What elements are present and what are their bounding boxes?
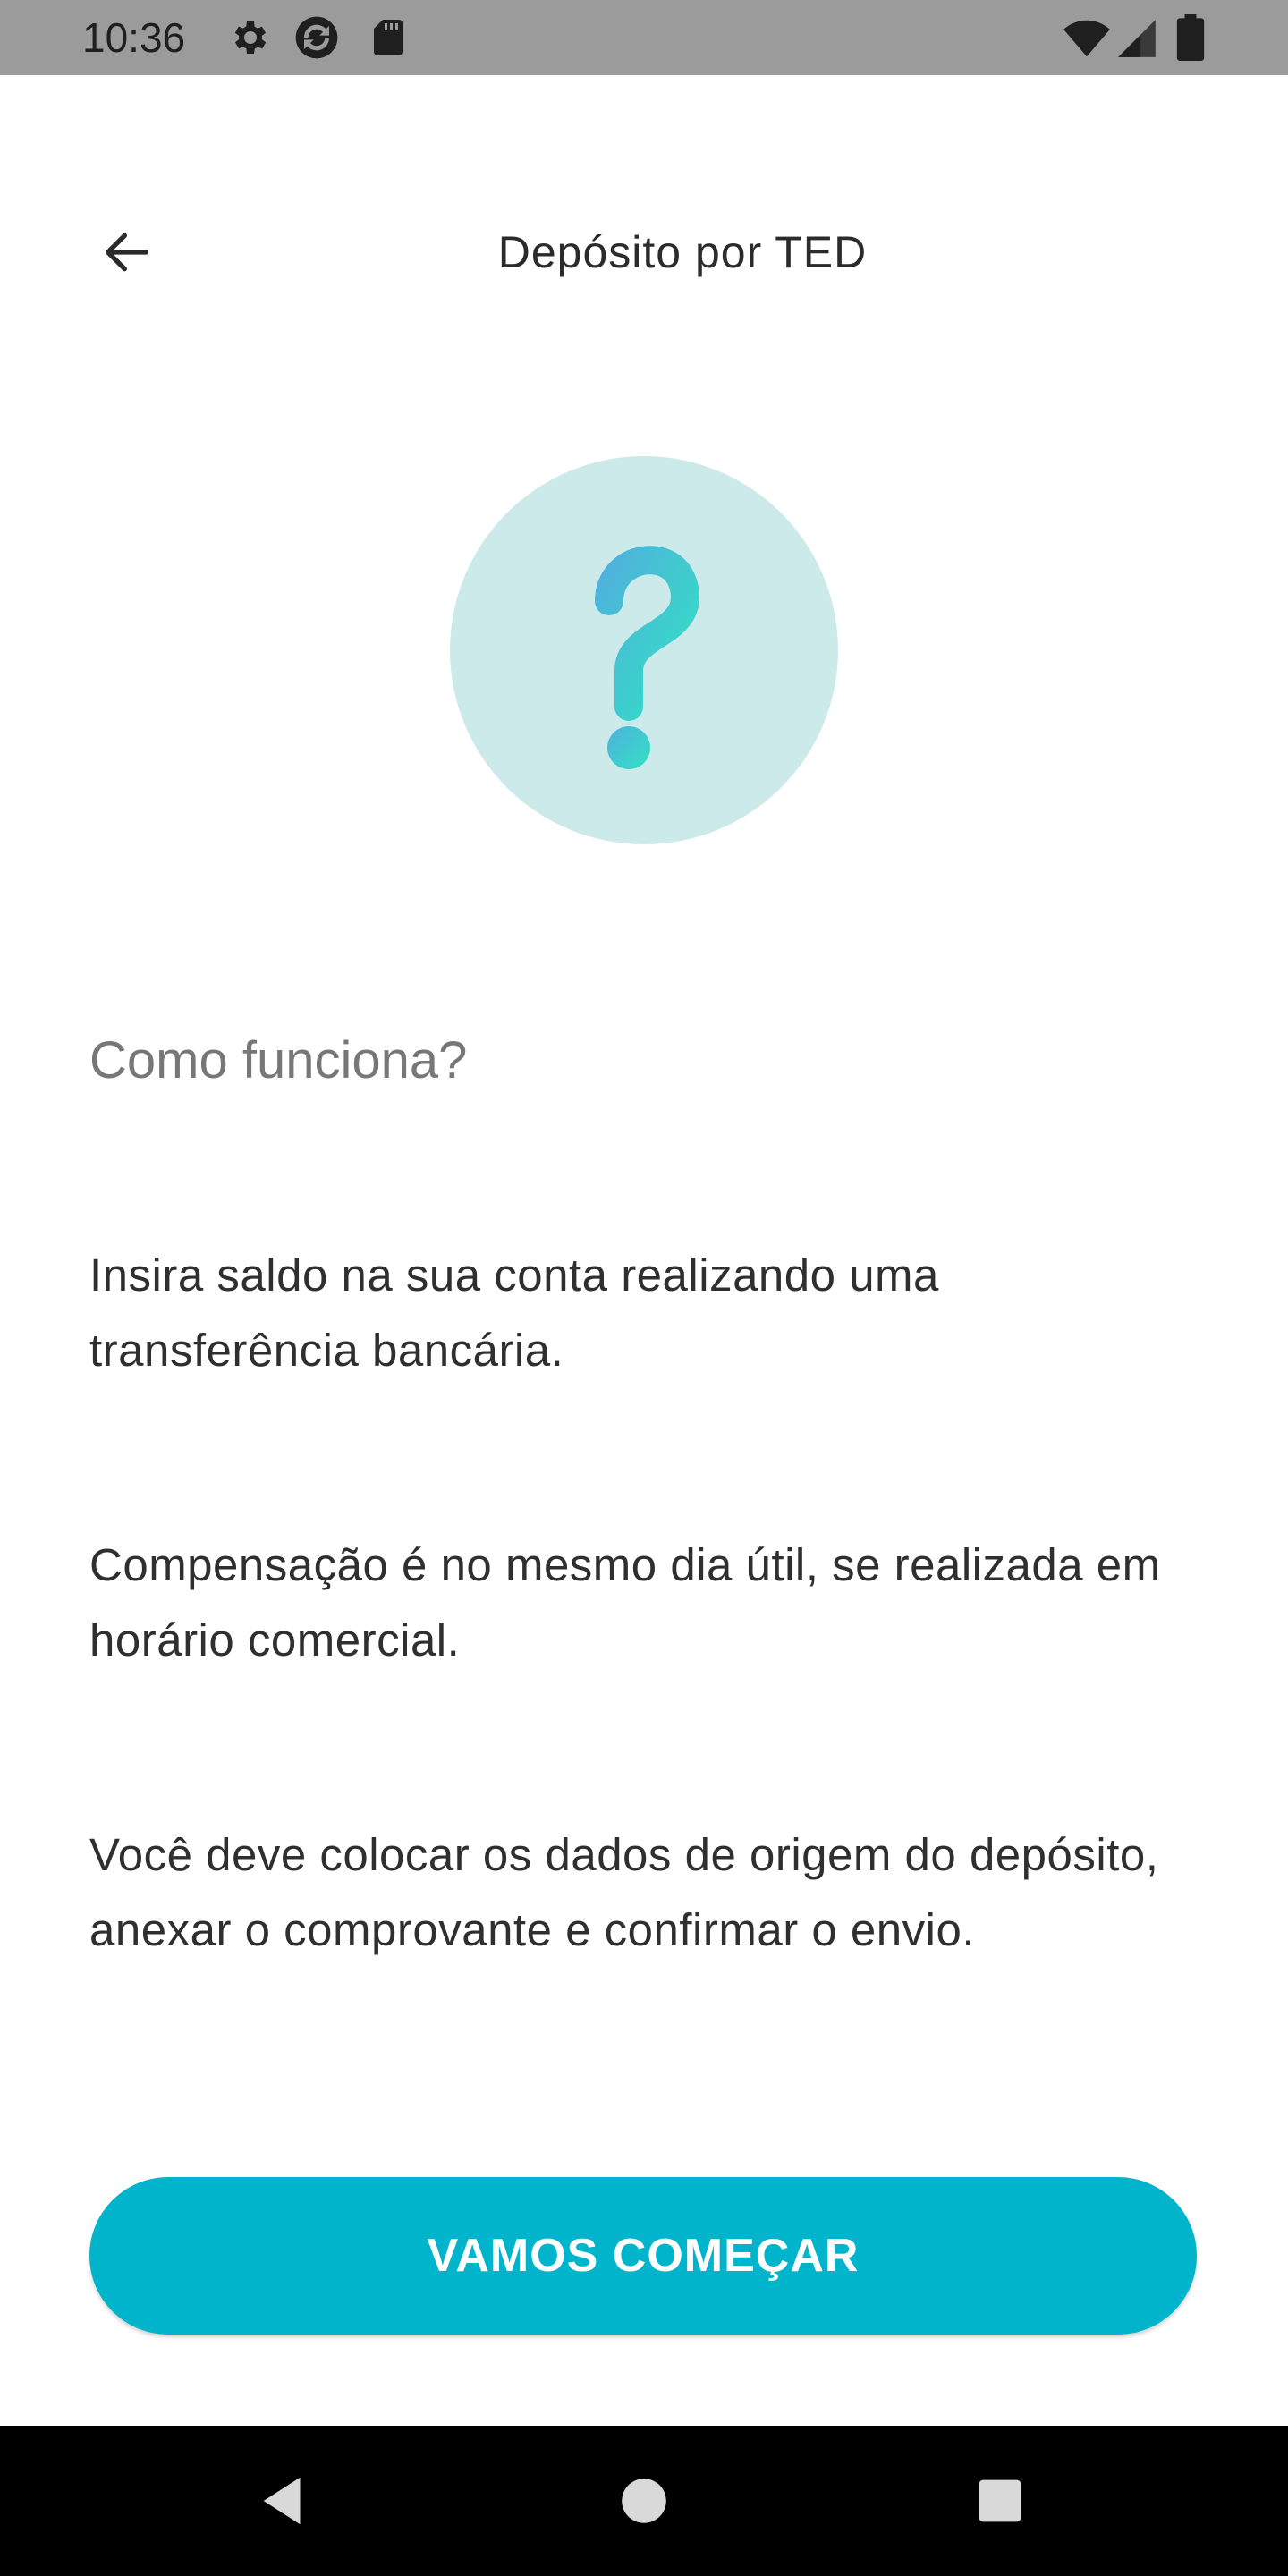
start-button[interactable]: VAMOS COMEÇAR [89, 2177, 1197, 2334]
section-heading: Como funciona? [89, 1031, 468, 1089]
wifi-icon [1063, 14, 1111, 63]
status-time: 10:36 [82, 14, 186, 61]
signal-icon [1114, 16, 1159, 61]
status-bar: 10:36 [0, 0, 1288, 75]
nav-back-button[interactable] [240, 2456, 329, 2546]
nav-recents-button[interactable] [955, 2456, 1045, 2546]
settings-icon [227, 16, 270, 59]
recents-square-icon [979, 2479, 1021, 2522]
sd-card-icon [367, 16, 410, 59]
nav-home-button[interactable] [599, 2456, 689, 2546]
sync-icon [292, 13, 342, 63]
page-title: Depósito por TED [497, 227, 868, 277]
info-paragraph-requirements: Você deve colocar os dados de origem do … [89, 1829, 1159, 1955]
battery-icon [1172, 14, 1209, 61]
question-mark-icon [595, 546, 699, 769]
hero-illustration [450, 456, 838, 844]
system-nav-bar [0, 2426, 1288, 2576]
back-triangle-icon [263, 2477, 301, 2525]
info-paragraph-compensation: Compensação é no mesmo dia útil, se real… [89, 1539, 1161, 1665]
deposit-ted-screen: 10:36 Depósito por TED Como funciona? In… [0, 0, 1288, 2576]
start-button-label: VAMOS COMEÇAR [427, 2230, 860, 2282]
info-paragraph-transfer: Insira saldo na sua conta realizando uma… [89, 1250, 939, 1376]
home-circle-icon [622, 2479, 666, 2523]
